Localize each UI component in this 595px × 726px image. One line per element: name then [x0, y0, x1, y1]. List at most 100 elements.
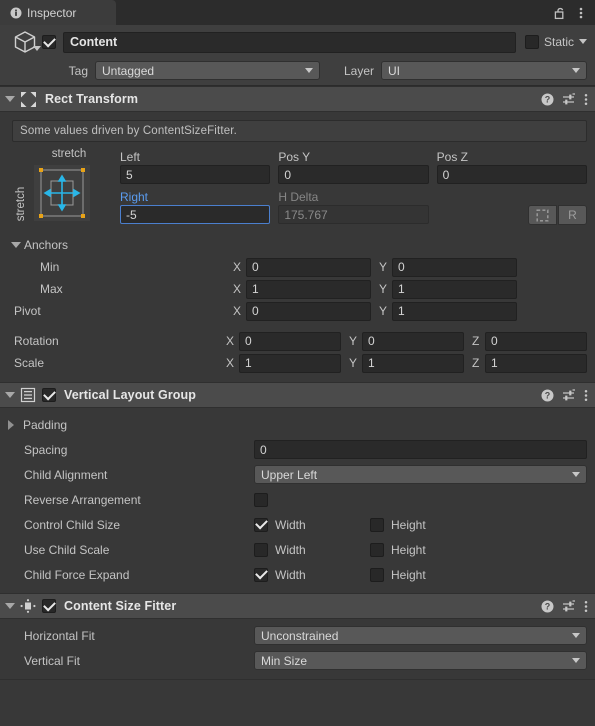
control-child-size-height: Height [370, 517, 426, 532]
rect-transform-position-grid: stretch stretch Left 5 Pos Y 0 Pos Z 0 R… [8, 148, 587, 225]
axis-x-label: X [233, 282, 242, 296]
scale-row: Scale X 1 Y 1 Z 1 [8, 352, 588, 374]
control-child-size-width-checkbox[interactable] [254, 517, 268, 532]
gameobject-name-value: Content [70, 35, 118, 49]
anchor-min-y-input[interactable]: 0 [392, 257, 517, 277]
preset-settings-icon[interactable] [562, 599, 576, 613]
kebab-menu-icon[interactable] [584, 389, 588, 402]
anchor-preset-diagram[interactable] [34, 165, 90, 221]
right-input[interactable]: -5 [120, 205, 271, 224]
anchor-max-y-input[interactable]: 1 [392, 279, 517, 299]
height-label: Height [391, 517, 426, 532]
pos-z-input[interactable]: 0 [436, 165, 587, 184]
chevron-down-icon[interactable] [33, 41, 41, 55]
kebab-menu-icon[interactable] [584, 600, 588, 613]
tab-inspector[interactable]: Inspector [0, 0, 116, 25]
raw-edit-label: R [568, 208, 577, 222]
static-checkbox[interactable] [524, 35, 539, 49]
control-child-size-height-checkbox[interactable] [370, 517, 384, 532]
posz-field-cell: Pos Z 0 [436, 148, 587, 184]
component-header-actions: ? [541, 388, 588, 402]
left-input[interactable]: 5 [120, 165, 271, 184]
child-force-expand-height-checkbox[interactable] [370, 567, 384, 582]
help-icon[interactable]: ? [541, 389, 554, 402]
help-icon[interactable]: ? [541, 600, 554, 613]
foldout-arrow-icon[interactable] [5, 603, 15, 609]
component-title: Vertical Layout Group [64, 388, 196, 402]
child-alignment-dropdown[interactable]: Upper Left [254, 465, 587, 484]
left-label: Left [120, 149, 141, 164]
rotation-y-input[interactable]: 0 [361, 331, 464, 351]
component-header-vertical-layout-group[interactable]: Vertical Layout Group ? [0, 382, 595, 408]
inspector-window: Inspector Content Static Tag Untagged La… [0, 0, 595, 726]
rect-transform-row-1: Left 5 Pos Y 0 Pos Z 0 [120, 148, 587, 184]
component-header-rect-transform[interactable]: Rect Transform ? [0, 86, 595, 112]
layer-dropdown[interactable]: UI [381, 61, 587, 80]
right-field-cell: Right -5 [120, 188, 271, 225]
padlock-unlocked-icon[interactable] [548, 6, 572, 20]
gameobject-name-input[interactable]: Content [63, 31, 516, 53]
scale-z-input[interactable]: 1 [485, 353, 588, 373]
spacing-row: Spacing 0 [8, 437, 587, 462]
use-child-scale-width: Width [254, 542, 370, 557]
padding-label: Padding [23, 417, 68, 432]
horizontal-fit-dropdown[interactable]: Unconstrained [254, 626, 587, 645]
rotation-y-value: 0 [367, 334, 375, 348]
anchors-foldout-row[interactable]: Anchors [8, 234, 587, 256]
child-force-expand-width-checkbox[interactable] [254, 567, 268, 582]
kebab-menu-icon[interactable] [574, 6, 588, 20]
reverse-arrangement-label: Reverse Arrangement [24, 492, 141, 507]
preset-settings-icon[interactable] [562, 92, 576, 106]
vertical-fit-dropdown[interactable]: Min Size [254, 651, 587, 670]
gameobject-active-checkbox[interactable] [42, 35, 56, 49]
anchor-min-x-input[interactable]: 0 [246, 257, 371, 277]
anchor-preset-widget[interactable]: stretch stretch [8, 148, 120, 225]
component-header-content-size-fitter[interactable]: Content Size Fitter ? [0, 593, 595, 619]
padding-row[interactable]: Padding [8, 412, 587, 437]
chevron-down-icon [572, 658, 580, 663]
pos-y-input[interactable]: 0 [278, 165, 429, 184]
tag-dropdown[interactable]: Untagged [95, 61, 320, 80]
component-enabled-checkbox[interactable] [42, 599, 56, 613]
use-child-scale-height-checkbox[interactable] [370, 542, 384, 557]
foldout-arrow-icon[interactable] [5, 96, 15, 102]
component-enabled-checkbox[interactable] [42, 388, 56, 402]
rotation-z-input[interactable]: 0 [485, 331, 588, 351]
reverse-arrangement-checkbox[interactable] [254, 492, 268, 507]
chevron-down-icon [305, 68, 313, 73]
foldout-arrow-icon[interactable] [5, 392, 15, 398]
foldout-arrow-icon[interactable] [11, 242, 21, 248]
chevron-down-icon [572, 68, 580, 73]
cube-prefab-icon[interactable] [8, 29, 42, 55]
component-title: Rect Transform [45, 92, 139, 106]
right-label: Right [120, 189, 149, 204]
control-child-size-width: Width [254, 517, 370, 532]
svg-text:?: ? [545, 601, 551, 611]
tag-value: Untagged [102, 63, 155, 78]
preset-settings-icon[interactable] [562, 388, 576, 402]
chevron-down-icon[interactable] [579, 39, 587, 45]
layer-value: UI [388, 63, 400, 78]
axis-y-label: Y [348, 356, 357, 370]
child-force-expand-row: Child Force Expand Width Height [8, 562, 587, 587]
svg-text:?: ? [545, 94, 551, 104]
spacing-input[interactable]: 0 [254, 440, 587, 459]
scale-x-input[interactable]: 1 [238, 353, 341, 373]
rect-transform-icon [20, 91, 37, 108]
pivot-y-input[interactable]: 1 [392, 301, 517, 321]
blueprint-mode-button[interactable] [527, 205, 557, 225]
kebab-menu-icon[interactable] [584, 93, 588, 106]
anchor-min-label: Min [40, 260, 60, 274]
pivot-x-input[interactable]: 0 [246, 301, 371, 321]
use-child-scale-width-checkbox[interactable] [254, 542, 268, 557]
h-delta-input: 175.767 [278, 205, 429, 224]
anchor-max-y-value: 1 [398, 282, 405, 296]
rotation-x-input[interactable]: 0 [238, 331, 341, 351]
help-icon[interactable]: ? [541, 93, 554, 106]
anchor-max-x-input[interactable]: 1 [246, 279, 371, 299]
raw-edit-mode-button[interactable]: R [557, 205, 587, 225]
foldout-arrow-icon[interactable] [8, 419, 14, 430]
spacing-value: 0 [260, 442, 267, 457]
scale-y-input[interactable]: 1 [361, 353, 464, 373]
pivot-label: Pivot [14, 304, 41, 318]
